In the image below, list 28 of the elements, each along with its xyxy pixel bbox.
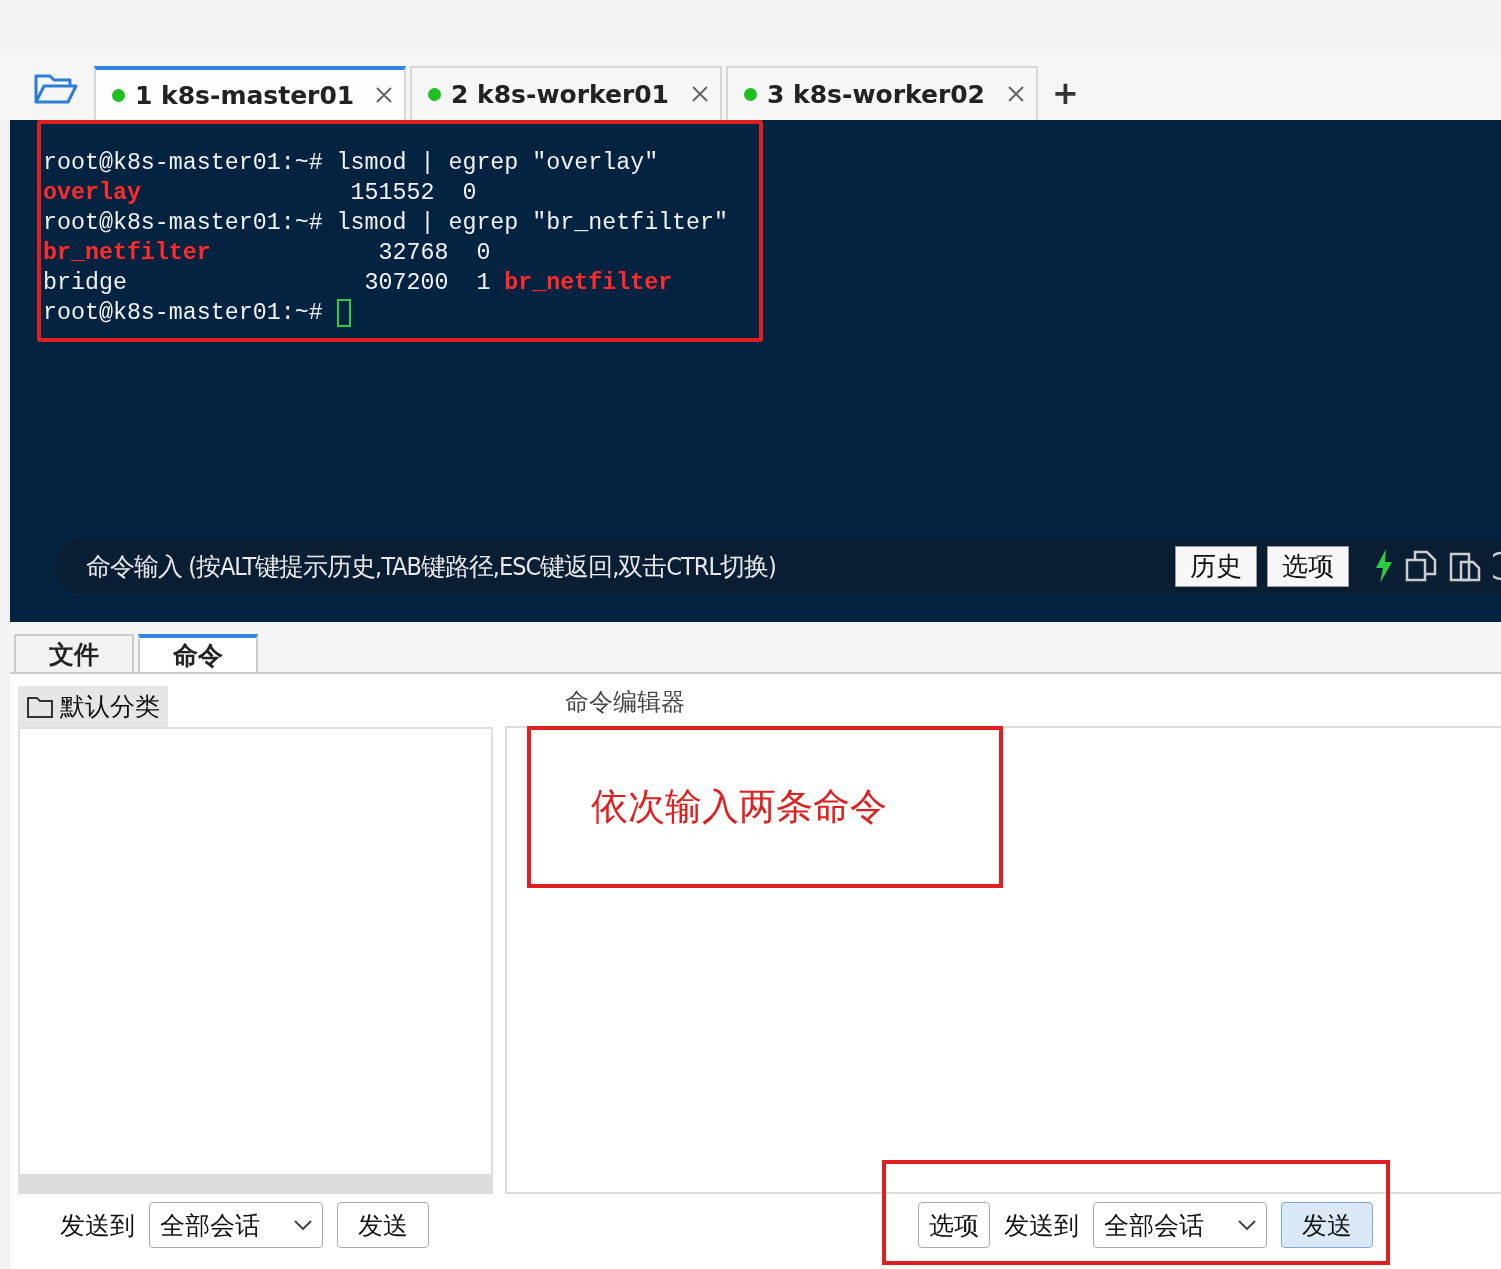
tab-label: 3 k8s-worker02 <box>767 79 985 109</box>
panel-tab[interactable]: 文件 <box>14 634 134 672</box>
add-tab-button[interactable]: + <box>1052 74 1079 112</box>
terminal-line: root@k8s-master01:~# lsmod | egrep "br_netfilter" <box>43 209 729 238</box>
terminal-line: overlay 151552 0 <box>43 179 477 208</box>
send-button[interactable]: 发送 <box>337 1202 429 1248</box>
options-button[interactable]: 选项 <box>1267 545 1349 587</box>
command-input-field[interactable]: 命令输入 (按ALT键提示历史,TAB键路径,ESC键返回,双击CTRL切换) <box>86 549 776 583</box>
target-dropdown[interactable]: 全部会话 <box>1093 1202 1267 1248</box>
send-to-label: 发送到 <box>1004 1209 1079 1242</box>
tab-label: 2 k8s-worker01 <box>451 79 669 109</box>
terminal-line: br_netfilter 32768 0 <box>43 239 491 268</box>
send-to-label: 发送到 <box>60 1209 135 1242</box>
session-tab[interactable]: 1 k8s-master01 <box>94 66 406 120</box>
session-tab[interactable]: 2 k8s-worker01 <box>410 66 722 120</box>
session-tab[interactable]: 3 k8s-worker02 <box>726 66 1038 120</box>
category-item[interactable]: 默认分类 <box>18 686 168 727</box>
options-button[interactable]: 选项 <box>918 1202 990 1248</box>
terminal-line: root@k8s-master01:~# lsmod | egrep "overlay" <box>43 149 659 178</box>
terminal-line: root@k8s-master01:~# <box>43 299 324 328</box>
tab-label: 1 k8s-master01 <box>135 80 355 110</box>
terminal-line: bridge 307200 1 br_netfilter <box>43 269 673 298</box>
history-button[interactable]: 历史 <box>1175 545 1257 587</box>
send-button[interactable]: 发送 <box>1281 1202 1373 1248</box>
editor-title: 命令编辑器 <box>564 687 686 718</box>
target-dropdown[interactable]: 全部会话 <box>149 1202 323 1248</box>
panel-tab[interactable]: 命令 <box>138 634 258 672</box>
annotation-note: 依次输入两条命令 <box>527 726 1003 888</box>
